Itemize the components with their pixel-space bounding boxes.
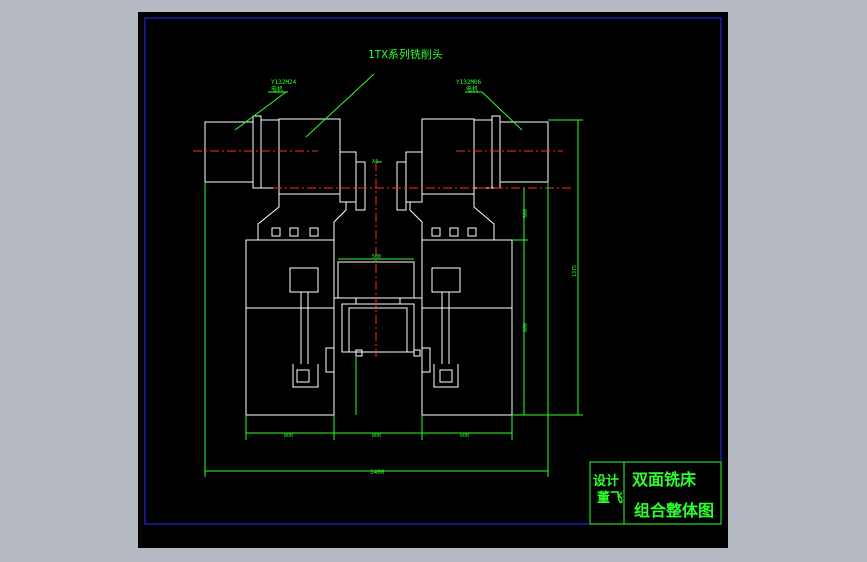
motor-right-model: Y132M06 [456,79,482,86]
motor-left-note: 电机 [271,85,283,93]
drawing-border [144,17,722,525]
title-block-design-label: 设计 [593,473,619,489]
dim-mid: 500 [372,254,381,260]
dim-overall: 3400 [370,469,385,476]
title-block-title-2: 组合整体图 [634,501,714,520]
cad-viewport: 1TX系列铣削头 Y132M24 电机 Y132M06 电机 X4 500 50… [138,12,728,548]
dim-bottom-right: 600 [460,433,469,439]
dim-right-total: 1375 [572,265,578,277]
title-block-designer: 董飞 [597,490,623,506]
dim-top-left: X4 [372,159,378,165]
dim-right-lower: 800 [523,323,529,332]
motor-right-note: 电机 [466,85,478,93]
left-unit [204,115,366,416]
center-fixture [334,261,422,357]
cad-drawing: 1TX系列铣削头 Y132M24 电机 Y132M06 电机 X4 500 50… [144,17,722,525]
title-block-title-1: 双面铣床 [632,470,697,489]
right-unit [396,115,549,416]
dim-right-upper: 500 [523,209,529,218]
dim-bottom-mid: 800 [372,433,381,439]
dim-bottom-left: 800 [284,433,293,439]
head-label: 1TX系列铣削头 [368,47,443,61]
motor-left-model: Y132M24 [271,79,297,86]
dimension-lines [204,73,583,477]
